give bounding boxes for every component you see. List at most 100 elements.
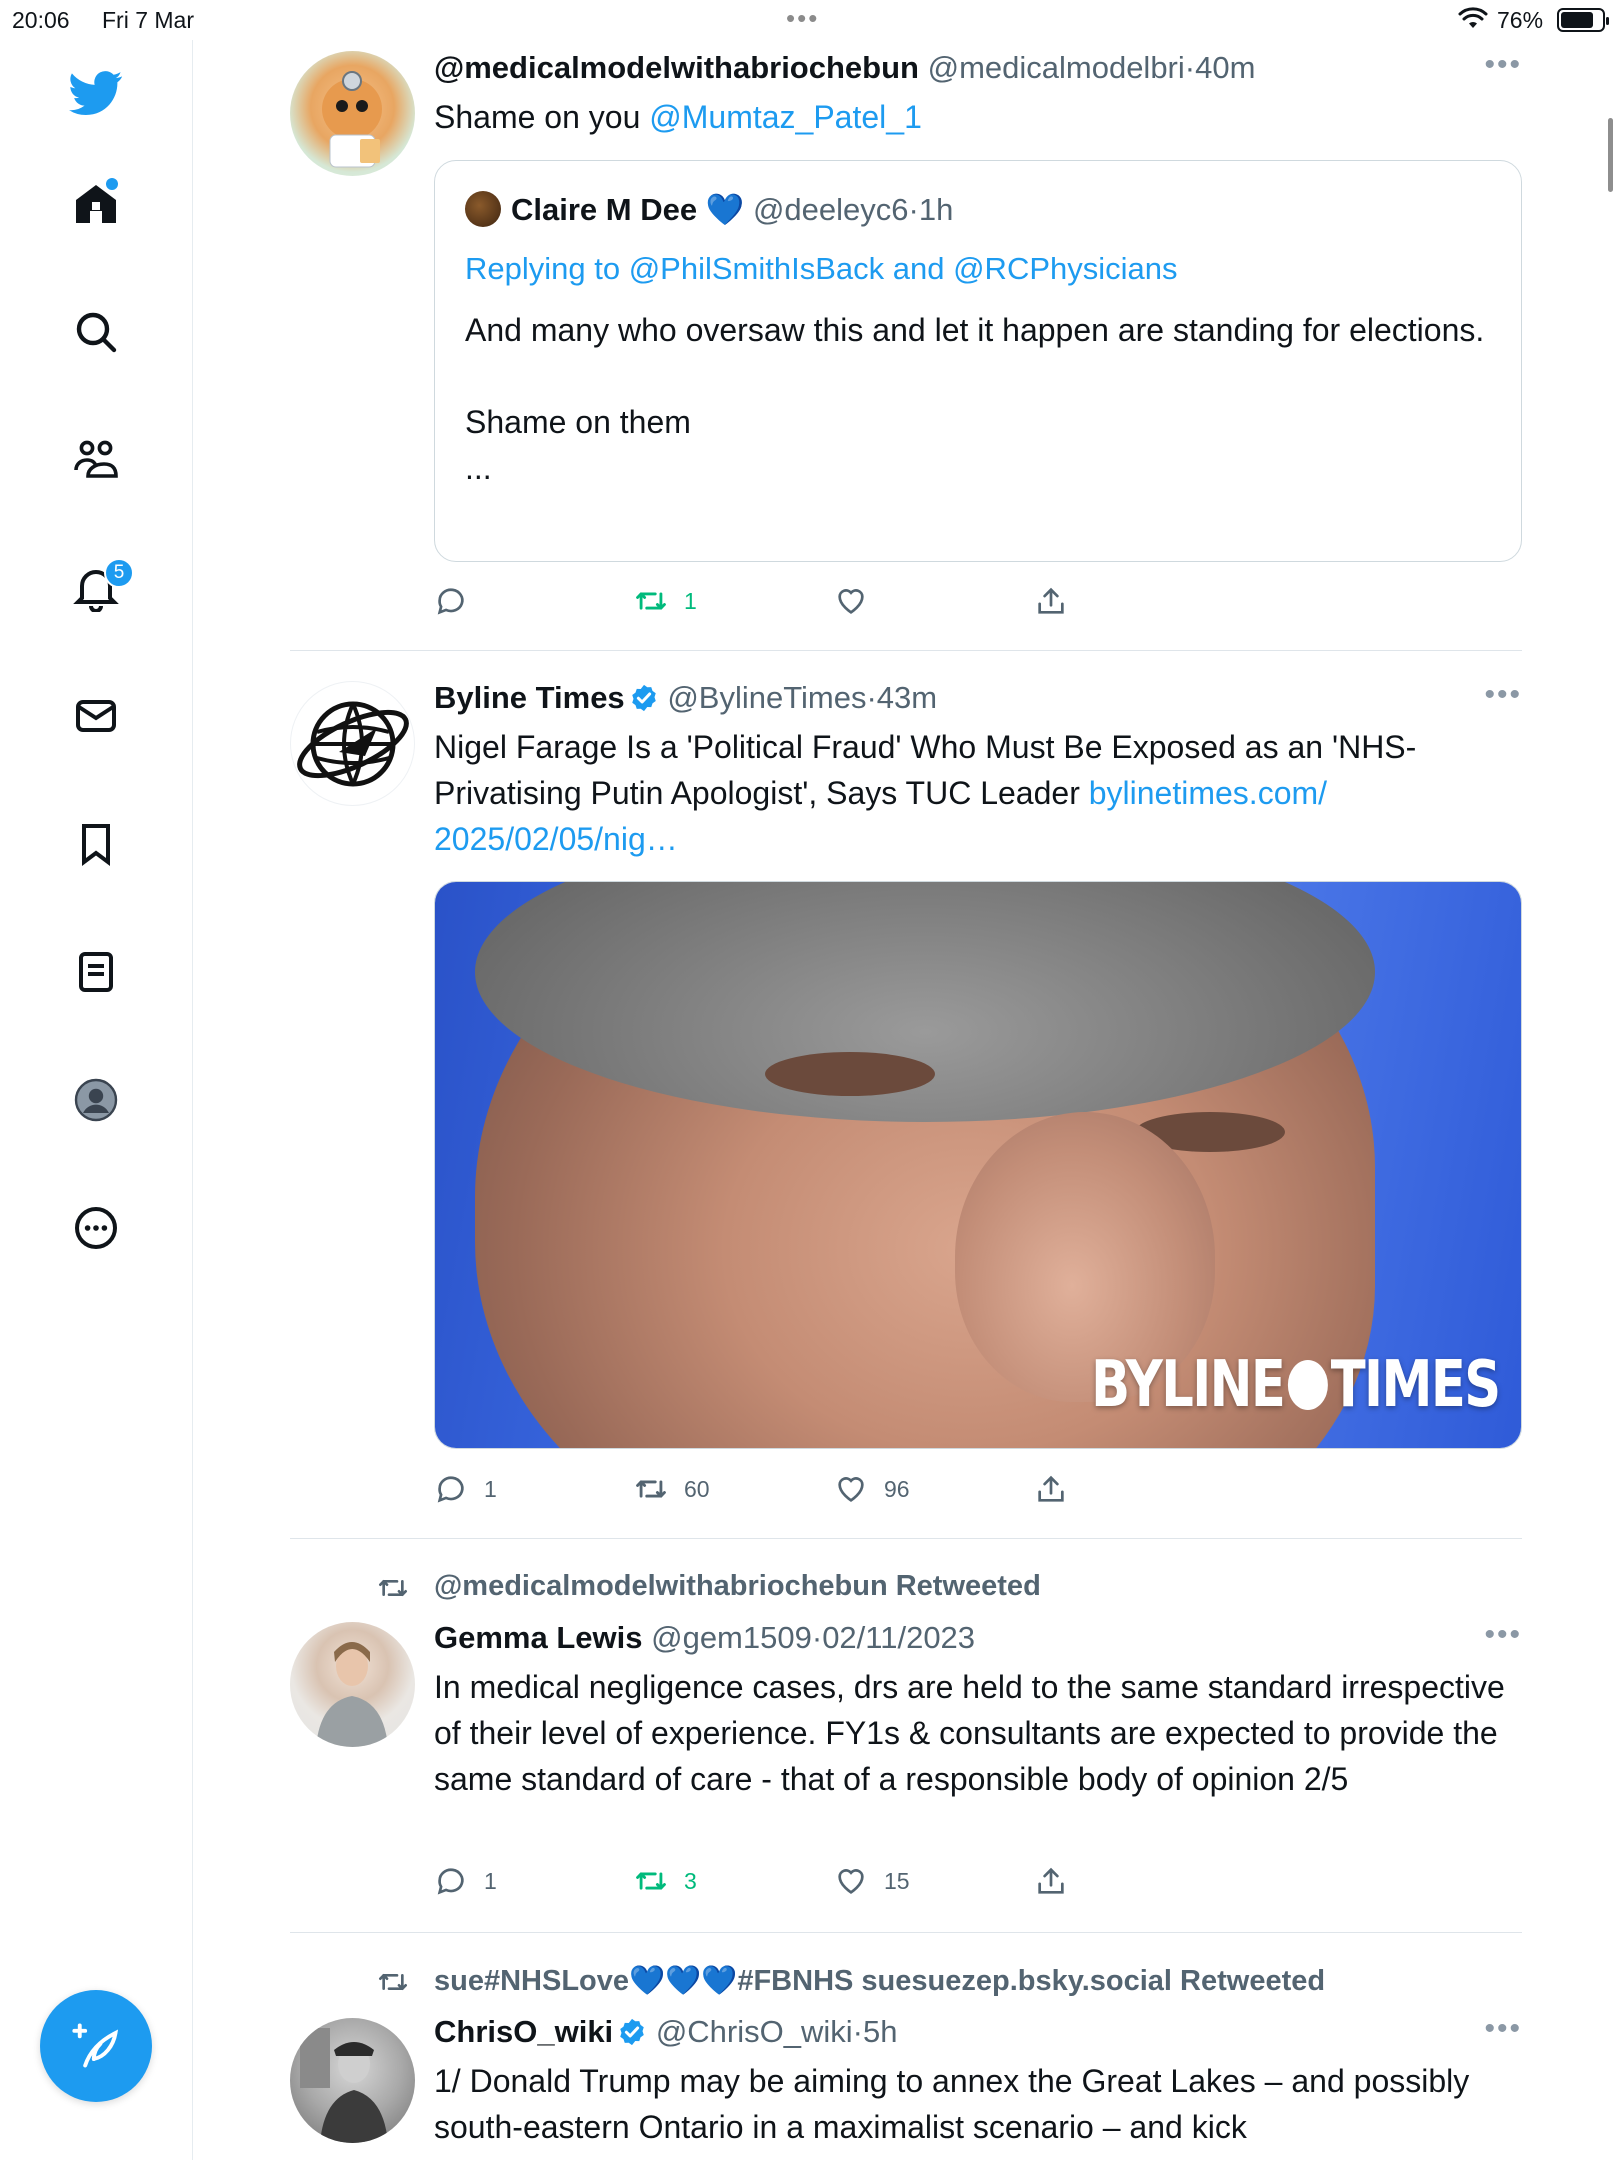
compose-feather-icon <box>72 2023 119 2068</box>
quote-text: And many who oversaw this and let it hap… <box>465 312 1485 486</box>
quote-time: 1h <box>918 192 954 227</box>
notifications-badge: 5 <box>104 558 134 588</box>
retweet-icon <box>379 1580 407 1596</box>
retweet-button[interactable]: 60 <box>634 1472 710 1506</box>
mention-link[interactable]: @Mumtaz_Patel_1 <box>649 99 922 135</box>
separator-dot: · <box>908 192 919 227</box>
quote-avatar <box>465 191 501 227</box>
share-button[interactable] <box>1034 1864 1084 1898</box>
reply-button[interactable]: 1 <box>434 1472 497 1506</box>
like-count: 15 <box>884 1867 910 1894</box>
wifi-icon <box>1458 7 1488 28</box>
compose-tweet-button[interactable] <box>40 1990 152 2102</box>
bookmarks-icon[interactable] <box>60 808 132 880</box>
tweet-text: In medical negligence cases, drs are hel… <box>434 1669 1505 1797</box>
avatar[interactable] <box>290 681 415 806</box>
tweet[interactable]: @medicalmodelwithabriochebun @medicalmod… <box>290 48 1522 651</box>
lists-icon[interactable] <box>60 936 132 1008</box>
retweet-icon <box>636 1480 666 1498</box>
status-time: 20:06 <box>12 7 70 33</box>
retweet-icon <box>379 1974 407 1990</box>
retweeted-by-text[interactable]: @medicalmodelwithabriochebun Retweeted <box>434 1570 1041 1602</box>
tweet-header: Byline Times @BylineTimes·43m <box>434 678 1522 718</box>
author-name[interactable]: ChrisO_wiki <box>434 2014 613 2049</box>
author-name[interactable]: Gemma Lewis <box>434 1620 642 1655</box>
tweet-actions: 1 60 96 <box>434 1472 1134 1512</box>
separator-dot: · <box>866 680 877 715</box>
explore-search-icon[interactable] <box>60 296 132 368</box>
reply-count: 1 <box>484 1475 497 1502</box>
separator-dot: · <box>852 2014 863 2049</box>
tweet[interactable]: @medicalmodelwithabriochebun Retweeted G… <box>290 1568 1522 1938</box>
multitasking-dots-icon[interactable]: ••• <box>786 3 819 34</box>
avatar[interactable] <box>290 51 415 176</box>
share-icon <box>1038 1867 1064 1894</box>
retweet-count: 60 <box>684 1475 710 1502</box>
retweet-button[interactable]: 3 <box>634 1864 697 1898</box>
author-handle: @medicalmodelbri <box>927 50 1185 85</box>
retweeted-by-line: @medicalmodelwithabriochebun Retweeted <box>379 1570 1041 1603</box>
tweet-header: Gemma Lewis @gem1509·02/11/2023 <box>434 1618 1522 1658</box>
retweet-count: 3 <box>684 1867 697 1894</box>
watermark-left: BYLINE <box>1090 1348 1286 1422</box>
twitter-logo-icon[interactable] <box>60 57 132 129</box>
home-new-dot <box>106 178 118 190</box>
reply-button[interactable] <box>434 584 484 618</box>
avatar[interactable] <box>290 1622 415 1747</box>
retweet-icon <box>636 592 666 610</box>
like-count: 96 <box>884 1475 910 1502</box>
author-name[interactable]: Byline Times <box>434 680 625 715</box>
tweet-time[interactable]: 43m <box>877 680 937 715</box>
quoted-tweet[interactable]: Claire M Dee 💙 @deeleyc6·1h Replying to … <box>434 160 1522 562</box>
more-options-icon[interactable]: ••• <box>1484 2012 1522 2046</box>
like-button[interactable]: 96 <box>834 1472 910 1506</box>
tweet[interactable]: Byline Times @BylineTimes·43m ••• Nigel … <box>290 678 1522 1540</box>
separator-dot: · <box>1184 50 1196 85</box>
quote-author-name: Claire M Dee <box>511 192 698 227</box>
scrollbar[interactable] <box>1608 118 1613 192</box>
battery-icon <box>1557 8 1609 32</box>
divider <box>290 650 1522 651</box>
more-options-icon[interactable]: ••• <box>1484 678 1522 712</box>
retweeted-by-text[interactable]: sue#NHSLove💙💙💙#FBNHS suesuezep.bsky.soci… <box>434 1965 1325 1997</box>
avatar[interactable] <box>290 2018 415 2143</box>
author-handle: @ChrisO_wiki <box>655 2014 853 2049</box>
tweet-time[interactable]: 02/11/2023 <box>822 1620 975 1655</box>
author-handle: @gem1509 <box>651 1620 812 1655</box>
heart-icon <box>838 1869 864 1894</box>
notifications-bell-icon[interactable]: 5 <box>60 552 134 624</box>
author-handle: @BylineTimes <box>667 680 867 715</box>
like-button[interactable] <box>834 584 884 618</box>
tweet-time[interactable]: 5h <box>863 2014 897 2049</box>
more-options-icon[interactable]: ••• <box>1484 48 1522 82</box>
tweet-actions: 1 <box>434 584 1134 624</box>
reply-count: 1 <box>484 1867 497 1894</box>
reply-icon <box>437 1476 464 1503</box>
tweet-header: @medicalmodelwithabriochebun @medicalmod… <box>434 48 1522 88</box>
reply-button[interactable]: 1 <box>434 1864 497 1898</box>
heart-icon <box>838 589 864 614</box>
tweet-text-prefix: Shame on you <box>434 99 650 135</box>
retweet-button[interactable]: 1 <box>634 584 697 618</box>
messages-envelope-icon[interactable] <box>60 680 132 752</box>
replying-to-text[interactable]: Replying to @PhilSmithIsBack and @RCPhys… <box>465 251 1178 286</box>
profile-icon[interactable] <box>60 1064 132 1136</box>
author-name[interactable]: @medicalmodelwithabriochebun <box>434 50 919 85</box>
like-button[interactable]: 15 <box>834 1864 910 1898</box>
status-date: Fri 7 Mar <box>102 7 194 33</box>
share-button[interactable] <box>1034 584 1084 618</box>
tweet-time[interactable]: 40m <box>1195 50 1255 85</box>
share-button[interactable] <box>1034 1472 1084 1506</box>
more-options-circle-icon[interactable] <box>60 1192 132 1264</box>
home-icon[interactable] <box>60 168 132 240</box>
share-icon <box>1038 587 1064 614</box>
tweet[interactable]: sue#NHSLove💙💙💙#FBNHS suesuezep.bsky.soci… <box>290 1962 1522 2160</box>
communities-icon[interactable] <box>60 424 132 496</box>
more-options-icon[interactable]: ••• <box>1484 1618 1522 1652</box>
tweet-header: ChrisO_wiki @ChrisO_wiki·5h <box>434 2012 1522 2052</box>
retweet-count: 1 <box>684 587 697 614</box>
divider <box>290 1932 1522 1933</box>
blue-heart-emoji: 💙 <box>705 192 745 227</box>
tweet-image[interactable]: BYLINE TIMES <box>434 881 1522 1449</box>
sidebar-nav: 5 <box>0 40 193 2160</box>
